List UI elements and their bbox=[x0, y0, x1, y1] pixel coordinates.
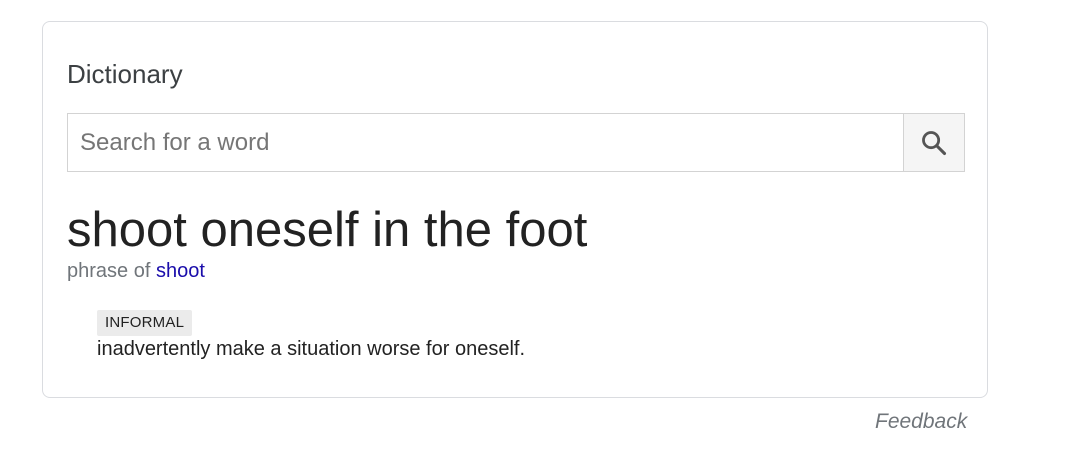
search-icon bbox=[922, 130, 947, 155]
feedback-link[interactable]: Feedback bbox=[875, 409, 967, 435]
phrase-prefix: phrase of bbox=[67, 260, 151, 282]
search-bar bbox=[67, 113, 965, 172]
dictionary-card: Dictionary shoot oneself in the foot phr… bbox=[42, 21, 988, 398]
card-title: Dictionary bbox=[67, 59, 183, 89]
search-button[interactable] bbox=[903, 113, 965, 172]
definition-text: inadvertently make a situation worse for… bbox=[97, 338, 525, 360]
phrase-origin: phrase of shoot bbox=[67, 259, 205, 283]
search-input[interactable] bbox=[67, 113, 903, 172]
register-badge: INFORMAL bbox=[97, 310, 193, 336]
phrase-link-shoot[interactable]: shoot bbox=[156, 260, 205, 282]
headword: shoot oneself in the foot bbox=[67, 203, 588, 257]
